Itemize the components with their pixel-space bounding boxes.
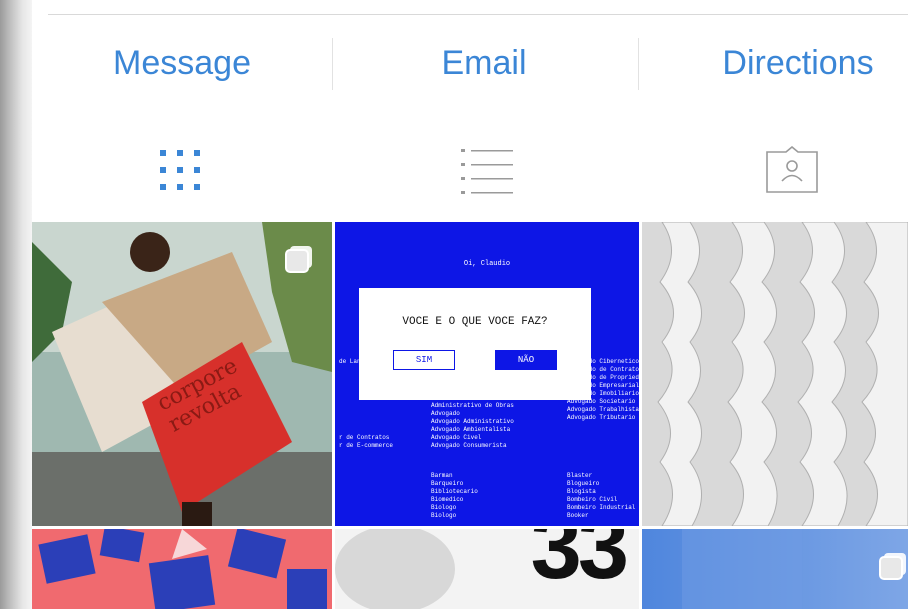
post-grid: corpore revolta Oi, Claudio de Lanchonet… <box>32 222 908 609</box>
tagged-user-icon <box>766 146 818 193</box>
post-thumbnail[interactable] <box>32 529 332 609</box>
post-artwork-blue-gradient <box>642 529 908 609</box>
action-separator <box>638 38 639 90</box>
profile-action-bar: Message Email Directions <box>32 30 908 96</box>
tab-grid-view[interactable] <box>120 130 240 210</box>
tab-tagged-view[interactable] <box>732 130 852 210</box>
post-thumbnail[interactable]: corpore revolta <box>32 222 332 526</box>
post-list-bottom-left: Barman Barqueiro Bibliotecario Biomedico… <box>431 472 478 519</box>
post-list-left-edge: r de Contratos r de E-commerce <box>339 434 394 449</box>
tab-list-view[interactable] <box>427 130 547 210</box>
grid-icon <box>160 150 200 190</box>
action-separator <box>332 38 333 90</box>
list-icon <box>461 149 513 194</box>
profile-view-tabs <box>32 130 908 210</box>
dialog-no-button: NÃO <box>495 350 557 370</box>
post-list-bottom-right: Blaster Blogueiro Blogista Bombeiro Civi… <box>567 472 636 519</box>
top-divider <box>48 14 908 15</box>
post-thumbnail[interactable]: Oi, Claudio de Lanchonete r de Contratos… <box>335 222 639 526</box>
carousel-icon <box>879 553 906 580</box>
left-edge-shadow <box>0 0 32 609</box>
post-greeting: Oi, Claudio <box>463 260 511 268</box>
dialog-question: VOCE E O QUE VOCE FAZ? <box>402 316 548 328</box>
post-photo-paper-sculpture <box>642 222 908 526</box>
post-thumbnail[interactable]: 33 <box>335 529 639 609</box>
directions-button[interactable]: Directions <box>668 30 908 96</box>
post-number: 33 <box>530 529 629 598</box>
dialog-yes-button: SIM <box>393 350 455 370</box>
post-thumbnail[interactable] <box>642 222 908 526</box>
post-dialog: VOCE E O QUE VOCE FAZ? SIM NÃO <box>359 288 591 400</box>
post-list-left: Administrativo de Obras Advogado Advogad… <box>431 402 514 449</box>
post-artwork-blue-squares <box>32 529 332 609</box>
email-button[interactable]: Email <box>354 30 614 96</box>
carousel-icon <box>285 246 312 273</box>
message-button[interactable]: Message <box>62 30 302 96</box>
post-thumbnail[interactable] <box>642 529 908 609</box>
